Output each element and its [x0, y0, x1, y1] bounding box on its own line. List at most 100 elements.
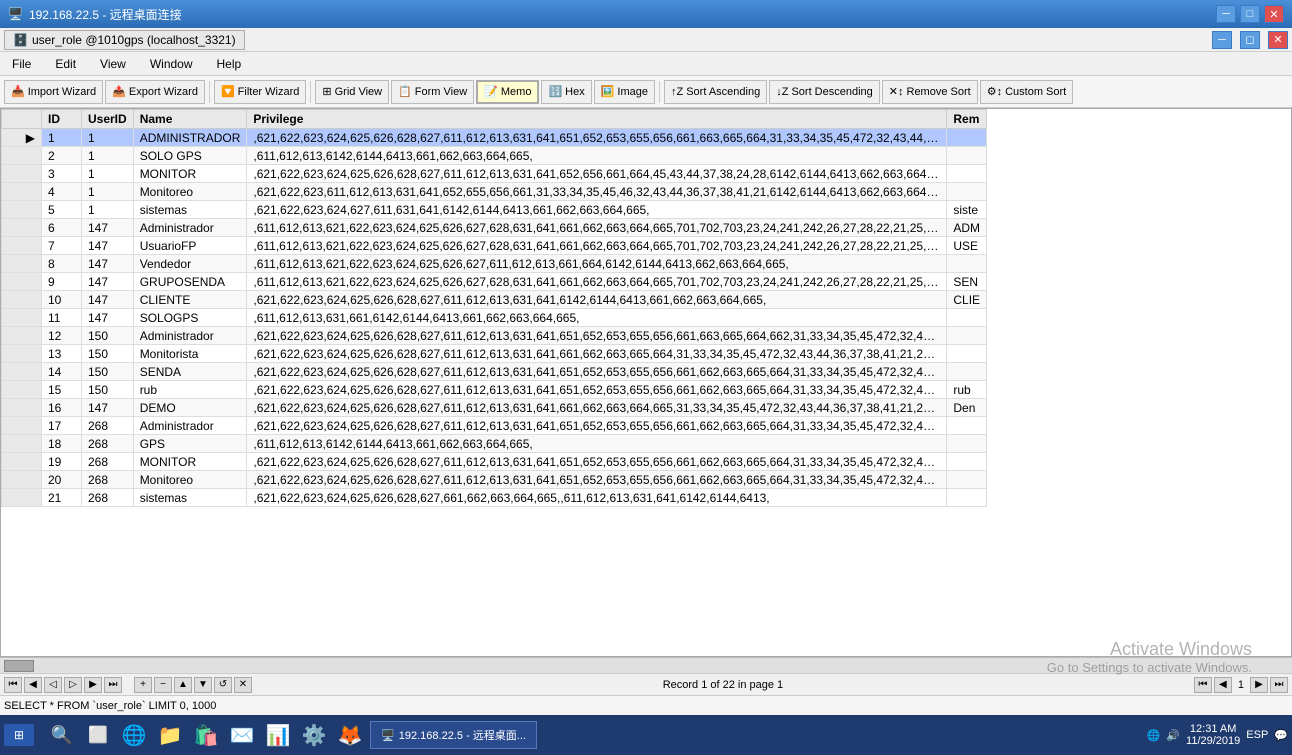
rdp-taskbar-app[interactable]: 🖥️ 192.168.22.5 - 远程桌面... [370, 721, 537, 749]
db-close-button[interactable]: ✕ [1268, 31, 1288, 49]
sort-ascending-button[interactable]: ↑Z Sort Ascending [664, 80, 767, 104]
table-row[interactable]: 11147SOLOGPS,611,612,613,631,661,6142,61… [2, 309, 987, 327]
cell-name: Administrador [133, 219, 247, 237]
custom-sort-button[interactable]: ⚙↕ Custom Sort [980, 80, 1074, 104]
grid-view-button[interactable]: ⊞ Grid View [315, 80, 389, 104]
table-row[interactable]: 21268sistemas,621,622,623,624,625,626,62… [2, 489, 987, 507]
cell-id: 17 [42, 417, 82, 435]
last-record-button[interactable]: ⏭ [104, 677, 122, 693]
form-view-button[interactable]: 📋 Form View [391, 80, 474, 104]
col-header-rem[interactable]: Rem [947, 110, 987, 129]
close-button[interactable]: ✕ [1264, 5, 1284, 23]
task-view-icon[interactable]: ⬜ [82, 719, 114, 751]
menu-help[interactable]: Help [209, 55, 250, 73]
col-header-id[interactable]: ID [42, 110, 82, 129]
start-button[interactable]: ⊞ [4, 724, 34, 746]
edge-icon[interactable]: 🌐 [118, 719, 150, 751]
table-row[interactable]: 7147UsuarioFP,611,612,613,621,622,623,62… [2, 237, 987, 255]
memo-button[interactable]: 📝 Memo [476, 80, 539, 104]
maximize-button[interactable]: □ [1240, 5, 1260, 23]
cell-name: CLIENTE [133, 291, 247, 309]
app2-icon[interactable]: ⚙️ [298, 719, 330, 751]
sort-descending-button[interactable]: ↓Z Sort Descending [769, 80, 880, 104]
prev-page-button[interactable]: ◀ [24, 677, 42, 693]
firefox-icon[interactable]: 🦊 [334, 719, 366, 751]
cell-userid: 150 [82, 381, 134, 399]
db-restore-button[interactable]: ◻ [1240, 31, 1260, 49]
horizontal-scrollbar[interactable] [0, 657, 1292, 673]
minimize-button[interactable]: ─ [1216, 5, 1236, 23]
cell-userid: 147 [82, 291, 134, 309]
table-row[interactable]: 12150Administrador,621,622,623,624,625,6… [2, 327, 987, 345]
table-row[interactable]: 15150rub,621,622,623,624,625,626,628,627… [2, 381, 987, 399]
table-row[interactable]: 18268GPS,611,612,613,6142,6144,6413,661,… [2, 435, 987, 453]
db-minimize-button[interactable]: ─ [1212, 31, 1232, 49]
clear-button[interactable]: ✕ [234, 677, 252, 693]
hex-button[interactable]: 🔢 Hex [541, 80, 591, 104]
col-header-name[interactable]: Name [133, 110, 247, 129]
nav-last-button[interactable]: ⏭ [1270, 677, 1288, 693]
filter-icon: 🔽 [221, 85, 235, 98]
next-record-button[interactable]: ▷ [64, 677, 82, 693]
row-marker: ▶ [2, 129, 42, 147]
add-record-button[interactable]: + [134, 677, 152, 693]
table-row[interactable]: 14150SENDA,621,622,623,624,625,626,628,6… [2, 363, 987, 381]
row-marker [2, 489, 42, 507]
search-taskbar-icon[interactable]: 🔍 [46, 719, 78, 751]
prev-record-button[interactable]: ◁ [44, 677, 62, 693]
table-row[interactable]: 13150Monitorista,621,622,623,624,625,626… [2, 345, 987, 363]
store-icon[interactable]: 🛍️ [190, 719, 222, 751]
menu-file[interactable]: File [4, 55, 39, 73]
table-row[interactable]: 6147Administrador,611,612,613,621,622,62… [2, 219, 987, 237]
refresh-button[interactable]: ↺ [214, 677, 232, 693]
cell-rem [947, 363, 987, 381]
cell-name: GRUPOSENDA [133, 273, 247, 291]
table-row[interactable]: 10147CLIENTE,621,622,623,624,625,626,628… [2, 291, 987, 309]
filter-wizard-button[interactable]: 🔽 Filter Wizard [214, 80, 306, 104]
col-header-privilege[interactable]: Privilege [247, 110, 947, 129]
menu-edit[interactable]: Edit [47, 55, 84, 73]
cell-privilege: ,621,622,623,624,625,626,628,627,611,612… [247, 417, 947, 435]
first-record-button[interactable]: ⏮ [4, 677, 22, 693]
cell-id: 9 [42, 273, 82, 291]
cell-userid: 1 [82, 129, 134, 147]
nav-prev-button[interactable]: ◀ [1214, 677, 1232, 693]
menu-view[interactable]: View [92, 55, 134, 73]
email-icon[interactable]: ✉️ [226, 719, 258, 751]
table-row[interactable]: ▶11ADMINISTRADOR,621,622,623,624,625,626… [2, 129, 987, 147]
grid-icon: ⊞ [322, 85, 331, 98]
table-row[interactable]: 41Monitoreo,621,622,623,611,612,613,631,… [2, 183, 987, 201]
nav-first-button[interactable]: ⏮ [1194, 677, 1212, 693]
data-table-container[interactable]: ID UserID Name Privilege Rem ▶11ADMINIST… [0, 108, 1292, 657]
table-row[interactable]: 8147Vendedor,611,612,613,621,622,623,624… [2, 255, 987, 273]
toolbar: 📥 Import Wizard 📤 Export Wizard 🔽 Filter… [0, 76, 1292, 108]
delete-record-button[interactable]: − [154, 677, 172, 693]
scroll-thumb[interactable] [4, 660, 34, 672]
row-marker [2, 219, 42, 237]
nav-next-button[interactable]: ▶ [1250, 677, 1268, 693]
app1-icon[interactable]: 📊 [262, 719, 294, 751]
table-row[interactable]: 9147GRUPOSENDA,611,612,613,621,622,623,6… [2, 273, 987, 291]
col-header-userid[interactable]: UserID [82, 110, 134, 129]
table-row[interactable]: 21SOLO GPS,611,612,613,6142,6144,6413,66… [2, 147, 987, 165]
move-up-button[interactable]: ▲ [174, 677, 192, 693]
cell-id: 11 [42, 309, 82, 327]
image-button[interactable]: 🖼️ Image [594, 80, 655, 104]
table-row[interactable]: 51sistemas,621,622,623,624,627,611,631,6… [2, 201, 987, 219]
table-row[interactable]: 19268MONITOR,621,622,623,624,625,626,628… [2, 453, 987, 471]
cell-privilege: ,611,612,613,6142,6144,6413,661,662,663,… [247, 435, 947, 453]
table-row[interactable]: 20268Monitoreo,621,622,623,624,625,626,6… [2, 471, 987, 489]
menu-window[interactable]: Window [142, 55, 201, 73]
export-wizard-button[interactable]: 📤 Export Wizard [105, 80, 205, 104]
table-row[interactable]: 31MONITOR,621,622,623,624,625,626,628,62… [2, 165, 987, 183]
cell-privilege: ,611,612,613,6142,6144,6413,661,662,663,… [247, 147, 947, 165]
cell-id: 3 [42, 165, 82, 183]
explorer-icon[interactable]: 📁 [154, 719, 186, 751]
move-down-button[interactable]: ▼ [194, 677, 212, 693]
remove-sort-button[interactable]: ✕↕ Remove Sort [882, 80, 978, 104]
next-page-button[interactable]: ▶ [84, 677, 102, 693]
cell-id: 14 [42, 363, 82, 381]
import-wizard-button[interactable]: 📥 Import Wizard [4, 80, 103, 104]
table-row[interactable]: 16147DEMO,621,622,623,624,625,626,628,62… [2, 399, 987, 417]
table-row[interactable]: 17268Administrador,621,622,623,624,625,6… [2, 417, 987, 435]
